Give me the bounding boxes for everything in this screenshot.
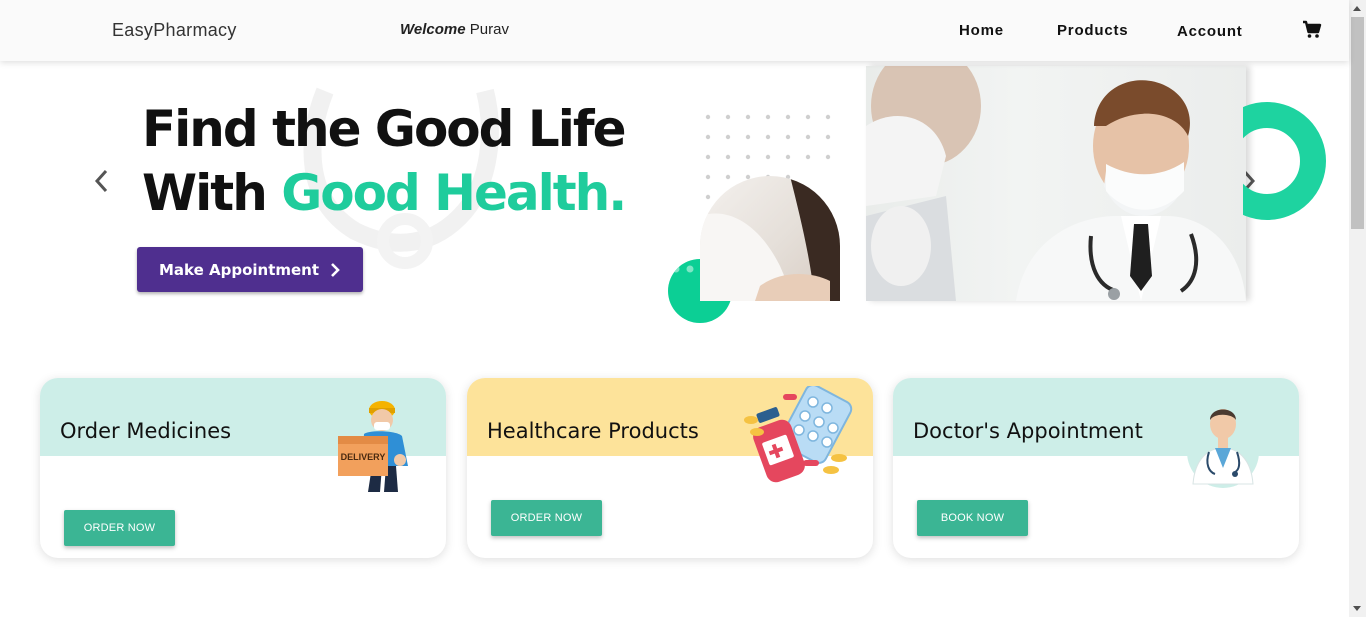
delivery-person-icon: DELIVERY bbox=[338, 401, 408, 492]
hero-headline: Find the Good Life With Good Health. bbox=[142, 97, 627, 225]
shopping-cart-icon[interactable] bbox=[1302, 20, 1322, 40]
headline-line-2-accent: Good Health. bbox=[281, 164, 627, 222]
nav-products-link[interactable]: Products bbox=[1057, 22, 1128, 39]
nav-home-link[interactable]: Home bbox=[959, 22, 1004, 39]
headline-line-1: Find the Good Life bbox=[142, 100, 627, 158]
carousel-prev-arrow-icon[interactable] bbox=[89, 167, 115, 195]
scroll-down-arrow-icon[interactable] bbox=[1353, 606, 1361, 611]
green-ring-decoration bbox=[1243, 102, 1326, 220]
user-name: Purav bbox=[469, 21, 509, 38]
order-healthcare-products-button[interactable]: ORDER NOW bbox=[491, 500, 602, 536]
brand-logo-text[interactable]: EasyPharmacy bbox=[112, 20, 237, 41]
welcome-message: Welcome Purav bbox=[400, 21, 509, 38]
card-title: Doctor's Appointment bbox=[913, 419, 1143, 443]
doctors-appointment-card: Doctor's Appointment BOOK NOW bbox=[893, 378, 1299, 558]
hero-carousel: Find the Good Life With Good Health. Mak… bbox=[0, 61, 1349, 323]
chevron-right-icon bbox=[331, 262, 340, 277]
headline-line-2: With Good Health. bbox=[142, 161, 627, 225]
doctor-icon bbox=[1187, 409, 1259, 488]
page-scrollbar[interactable] bbox=[1349, 0, 1366, 617]
doctor-photo bbox=[866, 66, 1246, 301]
card-title: Healthcare Products bbox=[487, 419, 699, 443]
healthcare-products-card: Healthcare Products ORDER NOW bbox=[467, 378, 873, 558]
welcome-label: Welcome bbox=[400, 21, 466, 38]
headline-line-2-plain: With bbox=[142, 164, 282, 222]
top-navbar: EasyPharmacy Welcome Purav Home Products… bbox=[0, 0, 1349, 61]
make-appointment-label: Make Appointment bbox=[158, 260, 320, 279]
order-medicines-card: Order Medicines DELIVERY ORDER NOW bbox=[40, 378, 446, 558]
doctor-figure-icon bbox=[866, 66, 1246, 301]
scroll-up-arrow-icon[interactable] bbox=[1353, 6, 1361, 11]
card-title: Order Medicines bbox=[60, 419, 232, 443]
book-appointment-button[interactable]: BOOK NOW bbox=[917, 500, 1028, 536]
order-medicines-button[interactable]: ORDER NOW bbox=[64, 510, 175, 546]
nav-account-link[interactable]: Account bbox=[1177, 23, 1243, 40]
make-appointment-button[interactable]: Make Appointment bbox=[137, 247, 363, 292]
scrollbar-thumb[interactable] bbox=[1351, 17, 1364, 229]
medicine-bottle-pills-icon bbox=[744, 386, 853, 483]
delivery-box-text: DELIVERY bbox=[341, 452, 386, 462]
